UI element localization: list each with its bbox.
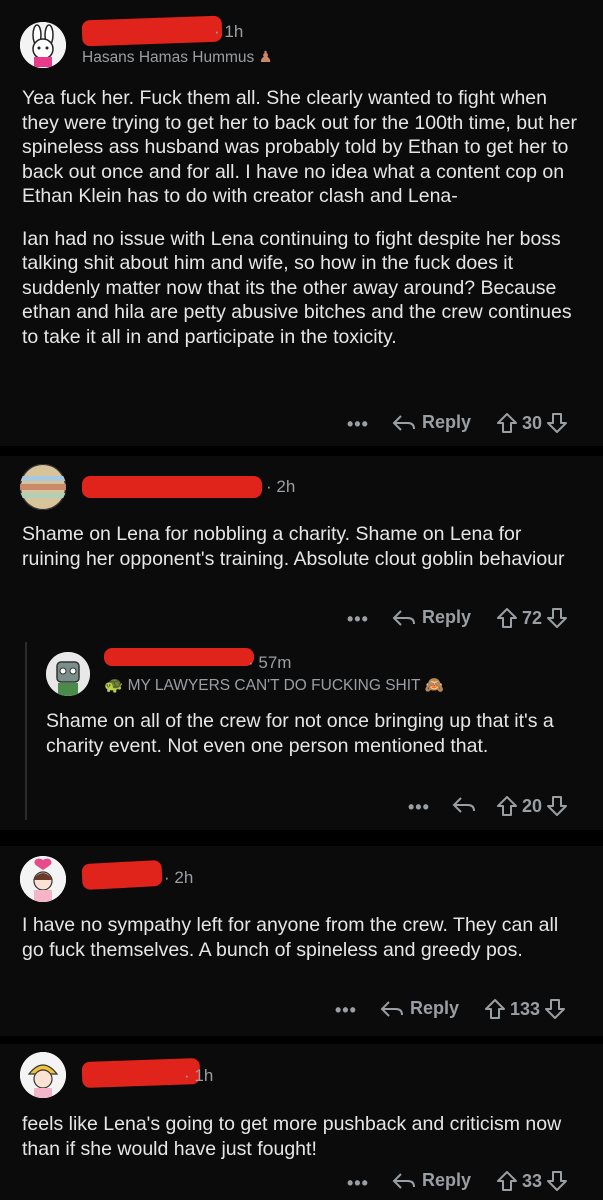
reply-button[interactable]: Reply — [392, 1170, 471, 1191]
reply-arrow-icon — [392, 609, 415, 626]
flair-emoji-icon: ♟ — [258, 49, 273, 66]
comment-body: Shame on Lena for nobbling a charity. Sh… — [22, 522, 582, 585]
vote-count: 133 — [510, 998, 541, 1019]
more-options-button[interactable]: ••• — [408, 797, 430, 818]
flair-emoji-icon: 🙈 — [424, 677, 444, 694]
comment-paragraph: feels like Lena's going to get more push… — [22, 1113, 562, 1160]
reply-label: Reply — [422, 1170, 472, 1190]
comment-body: I have no sympathy left for anyone from … — [22, 913, 582, 976]
upvote-arrow-icon[interactable] — [496, 412, 518, 434]
robot-avatar-icon — [46, 652, 90, 696]
avatar[interactable] — [20, 1052, 66, 1098]
user-flair-text: MY LAWYERS CAN'T DO FUCKING SHIT — [127, 677, 421, 694]
downvote-arrow-icon[interactable] — [546, 607, 568, 629]
downvote-arrow-icon[interactable] — [546, 412, 568, 434]
upvote-arrow-icon[interactable] — [496, 795, 518, 817]
reply-arrow-icon — [380, 1000, 403, 1017]
comment-body: Yea fuck her. Fuck them all. She clearly… — [22, 86, 582, 363]
comment-body: feels like Lena's going to get more push… — [22, 1112, 582, 1175]
reply-arrow-icon — [452, 797, 475, 813]
user-flair: 🐢 MY LAWYERS CAN'T DO FUCKING SHIT 🙈 — [104, 676, 444, 695]
reply-label: Reply — [422, 607, 472, 627]
comment-paragraph: Ian had no issue with Lena continuing to… — [22, 227, 572, 348]
vote-count: 20 — [522, 795, 543, 816]
downvote-arrow-icon[interactable] — [546, 795, 568, 817]
avatar[interactable] — [20, 464, 66, 510]
reply-button[interactable]: Reply — [380, 998, 459, 1019]
vote-controls: 20 — [496, 795, 568, 817]
user-flair: Hasans Hamas Hummus ♟ — [82, 48, 273, 67]
avatar[interactable] — [46, 652, 90, 696]
comment-time: · 2h — [266, 477, 296, 496]
bunny-avatar-icon — [20, 22, 66, 68]
thread-line[interactable] — [25, 642, 27, 820]
more-options-button[interactable]: ••• — [347, 609, 369, 630]
vote-count: 72 — [522, 607, 543, 628]
redacted-username — [82, 476, 262, 498]
more-options-button[interactable]: ••• — [347, 1173, 369, 1194]
upvote-arrow-icon[interactable] — [496, 607, 518, 629]
reply-arrow-icon — [392, 1172, 415, 1189]
comment-body: Shame on all of the crew for not once br… — [46, 709, 576, 772]
avatar[interactable] — [20, 856, 66, 902]
comment-time: · 1h — [214, 22, 244, 41]
vote-count: 30 — [522, 412, 543, 433]
vote-controls: 133 — [484, 998, 566, 1020]
reply-arrow-icon — [392, 414, 415, 431]
redacted-username — [104, 648, 254, 666]
comment-time: · 57m — [248, 653, 292, 672]
user-flair-text: Hasans Hamas Hummus — [82, 49, 255, 66]
turtle-flair-icon: 🐢 — [104, 677, 124, 694]
comment-paragraph: I have no sympathy left for anyone from … — [22, 914, 559, 961]
reply-label: Reply — [422, 412, 472, 432]
more-options-button[interactable]: ••• — [347, 414, 369, 435]
girl-avatar-icon — [20, 856, 66, 902]
vote-controls: 30 — [496, 412, 568, 434]
redacted-username — [81, 15, 223, 47]
comment-paragraph: Shame on Lena for nobbling a charity. Sh… — [22, 523, 565, 570]
reply-button[interactable]: Reply — [392, 607, 471, 628]
more-options-button[interactable]: ••• — [335, 1000, 357, 1021]
vote-controls: 33 — [496, 1170, 568, 1192]
comment-paragraph: Shame on all of the crew for not once br… — [46, 710, 554, 757]
redacted-username — [81, 1057, 201, 1089]
avatar[interactable] — [20, 22, 66, 68]
upvote-arrow-icon[interactable] — [496, 1170, 518, 1192]
comment-time: · 2h — [164, 868, 194, 887]
comment-time: · 1h — [184, 1066, 214, 1085]
downvote-arrow-icon[interactable] — [546, 1170, 568, 1192]
planet-avatar-icon — [20, 464, 66, 510]
upvote-arrow-icon[interactable] — [484, 998, 506, 1020]
vote-count: 33 — [522, 1170, 543, 1191]
reply-button[interactable] — [452, 795, 476, 815]
redacted-username — [81, 859, 163, 891]
reply-label: Reply — [410, 998, 460, 1018]
downvote-arrow-icon[interactable] — [544, 998, 566, 1020]
comment-paragraph: Yea fuck her. Fuck them all. She clearly… — [22, 87, 577, 207]
girl-avatar-icon — [20, 1052, 66, 1098]
vote-controls: 72 — [496, 607, 568, 629]
reply-button[interactable]: Reply — [392, 412, 471, 433]
comment-card — [0, 456, 603, 830]
